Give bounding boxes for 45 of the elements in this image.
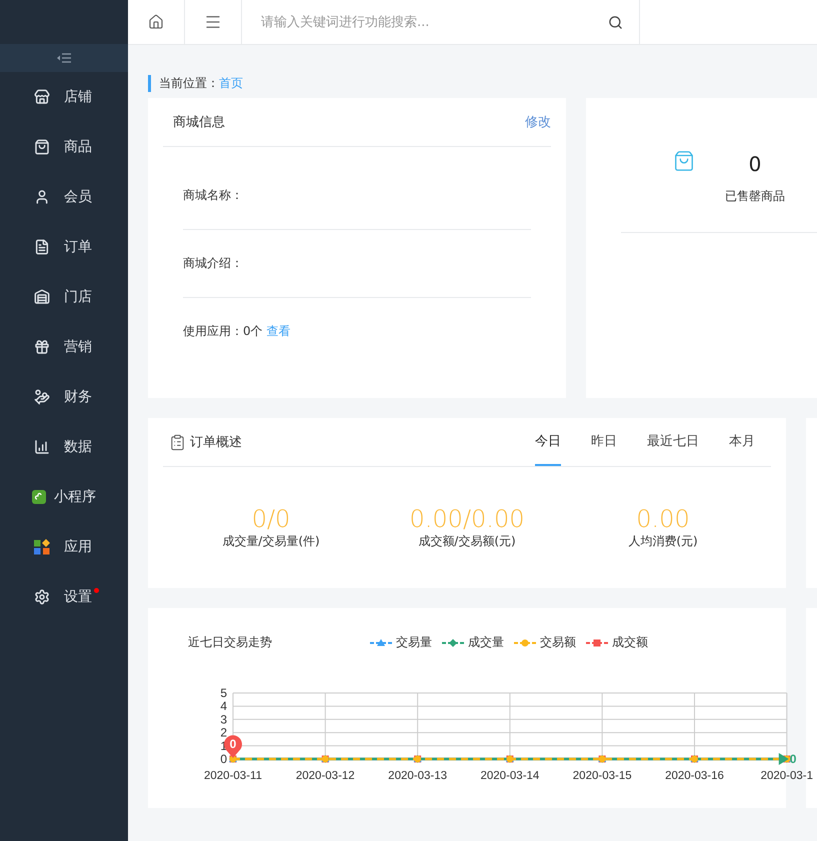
axis-label: 2020-03-16 [665, 770, 724, 782]
annotation: 0 [790, 752, 797, 766]
axis-label: 2 [220, 726, 227, 740]
stat-label: 成交额/交易额(元) [418, 533, 516, 550]
axis-label: 2020-03-13 [388, 770, 448, 782]
axis-label: 2020-03-11 [204, 770, 262, 782]
stat-value: 0/0 [252, 505, 290, 533]
legend-label: 交易额 [540, 634, 576, 651]
sidebar-label: 小程序 [54, 488, 96, 506]
stock-count: 0 [748, 152, 762, 176]
stat-value: 0.00 [636, 505, 690, 533]
legend-label: 成交额 [612, 634, 648, 651]
apps-label: 使用应用：0个 [183, 323, 263, 340]
card-title: 订单概述 [190, 434, 242, 451]
sidebar-label: 门店 [64, 288, 92, 306]
sidebar-label: 会员 [64, 188, 92, 206]
sidebar-label: 商品 [64, 138, 92, 156]
stat-label: 人均消费(元) [628, 533, 698, 550]
axis-label: 2020-03-15 [572, 770, 632, 782]
field-label: 商城名称： [183, 187, 243, 204]
sidebar-label: 财务 [64, 388, 92, 406]
legend-label: 成交量 [468, 634, 504, 651]
legend-label: 交易量 [396, 634, 432, 651]
chart-title: 近七日交易走势 [187, 634, 272, 651]
sidebar-label: 应用 [64, 538, 92, 556]
annotation: 0 [230, 737, 237, 751]
axis-label: 2020-03-14 [480, 770, 540, 782]
sidebar-label: 数据 [64, 438, 92, 456]
breadcrumb-label: 当前位置： [159, 75, 219, 92]
stat-value: 0.00/0.00 [410, 505, 524, 533]
axis-label: 4 [220, 699, 227, 714]
stat-label: 成交量/交易量(件) [222, 533, 320, 550]
field-label: 商城介绍： [183, 255, 243, 272]
axis-label: 2020-03-12 [296, 770, 355, 782]
card-title: 商城信息 [172, 114, 225, 131]
axis-label: 0 [220, 752, 227, 766]
sidebar-label: 设置 [64, 588, 92, 606]
end-label: 0 [778, 752, 796, 766]
sidebar-label: 店铺 [64, 88, 92, 106]
axis-label: 2020-03-1 [760, 770, 814, 782]
axis-label: 5 [220, 686, 227, 700]
axis-label: 3 [220, 712, 227, 726]
sidebar-label: 订单 [64, 238, 92, 256]
stock-label: 已售罄商品 [725, 188, 785, 205]
sidebar-label: 营销 [64, 338, 92, 356]
